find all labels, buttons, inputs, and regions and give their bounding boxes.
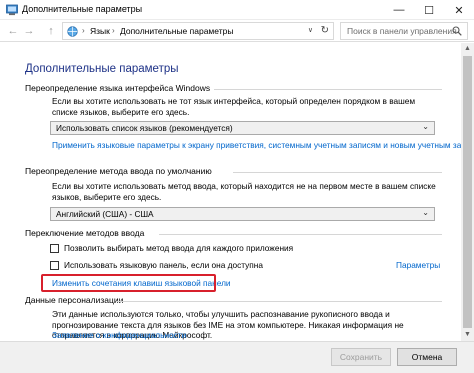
address-dropdown-icon[interactable]: ∨	[308, 26, 313, 34]
scroll-down-icon[interactable]: ▼	[461, 329, 474, 341]
footer-bar: Сохранить Отмена	[0, 341, 474, 373]
input-method-description: Если вы хотите использовать метод ввода,…	[52, 181, 436, 202]
divider	[117, 301, 442, 302]
per-app-input-checkbox[interactable]	[50, 244, 59, 253]
breadcrumb-advanced-settings[interactable]: Дополнительные параметры	[120, 26, 233, 36]
search-input[interactable]: Поиск в панели управления	[340, 22, 468, 40]
address-box[interactable]: › Язык › Дополнительные параметры ∨ ↻	[62, 22, 334, 40]
back-button[interactable]: ←	[6, 23, 20, 39]
divider	[233, 172, 442, 173]
close-button[interactable]: ✕	[444, 0, 474, 20]
chevron-down-icon: ⌄	[422, 208, 429, 217]
maximize-button[interactable]: ☐	[414, 0, 444, 20]
per-app-input-label[interactable]: Позволить выбирать метод ввода для каждо…	[64, 243, 293, 253]
interface-language-select[interactable]: Использовать список языков (рекомендуетс…	[50, 121, 435, 135]
divider	[214, 89, 442, 90]
apply-language-settings-link[interactable]: Применить языковые параметры к экрану пр…	[52, 140, 474, 150]
title-bar: Дополнительные параметры — ☐ ✕	[0, 0, 474, 20]
page-title: Дополнительные параметры	[25, 63, 179, 75]
cancel-button[interactable]: Отмена	[397, 348, 457, 366]
divider	[159, 234, 442, 235]
interface-language-description: Если вы хотите использовать не тот язык …	[52, 96, 416, 117]
save-button[interactable]: Сохранить	[331, 348, 391, 366]
chevron-down-icon: ⌄	[422, 122, 429, 131]
input-method-select[interactable]: Английский (США) - США ⌄	[50, 207, 435, 221]
breadcrumb-language[interactable]: Язык	[90, 26, 110, 36]
scrollbar-thumb[interactable]	[463, 56, 472, 328]
minimize-button[interactable]: —	[384, 0, 414, 20]
select-value: Английский (США) - США	[56, 209, 154, 219]
language-bar-options-link[interactable]: Параметры	[396, 260, 440, 270]
section-heading-switching: Переключение методов ввода	[25, 228, 145, 238]
breadcrumb-separator: ›	[82, 26, 85, 35]
window-title: Дополнительные параметры	[22, 4, 143, 14]
language-bar-label[interactable]: Использовать языковую панель, если она д…	[64, 260, 263, 270]
language-globe-icon	[67, 26, 78, 37]
section-heading-input-method: Переопределение метода ввода по умолчани…	[25, 166, 212, 176]
up-button[interactable]: ↑	[44, 23, 58, 39]
language-bar-checkbox[interactable]	[50, 261, 59, 270]
forward-button[interactable]: →	[22, 23, 36, 39]
section-heading-interface-language: Переопределение языка интерфейса Windows	[25, 83, 211, 93]
select-value: Использовать список языков (рекомендуетс…	[56, 123, 233, 133]
breadcrumb-separator: ›	[112, 26, 115, 35]
control-panel-icon	[6, 4, 18, 16]
main-content: Дополнительные параметры Переопределение…	[0, 43, 474, 341]
scroll-up-icon[interactable]: ▲	[461, 43, 474, 55]
hotkeys-highlight-frame	[41, 274, 216, 292]
privacy-statement-link[interactable]: Заявление о конфиденциальности	[52, 330, 186, 340]
refresh-icon[interactable]: ↻	[321, 25, 329, 36]
section-heading-personalization: Данные персонализации	[25, 295, 124, 305]
search-icon[interactable]	[452, 26, 462, 36]
address-toolbar: ← → ↑ › Язык › Дополнительные параметры …	[0, 20, 474, 42]
vertical-scrollbar[interactable]: ▲ ▼	[461, 43, 474, 341]
search-placeholder: Поиск в панели управления	[347, 26, 457, 36]
